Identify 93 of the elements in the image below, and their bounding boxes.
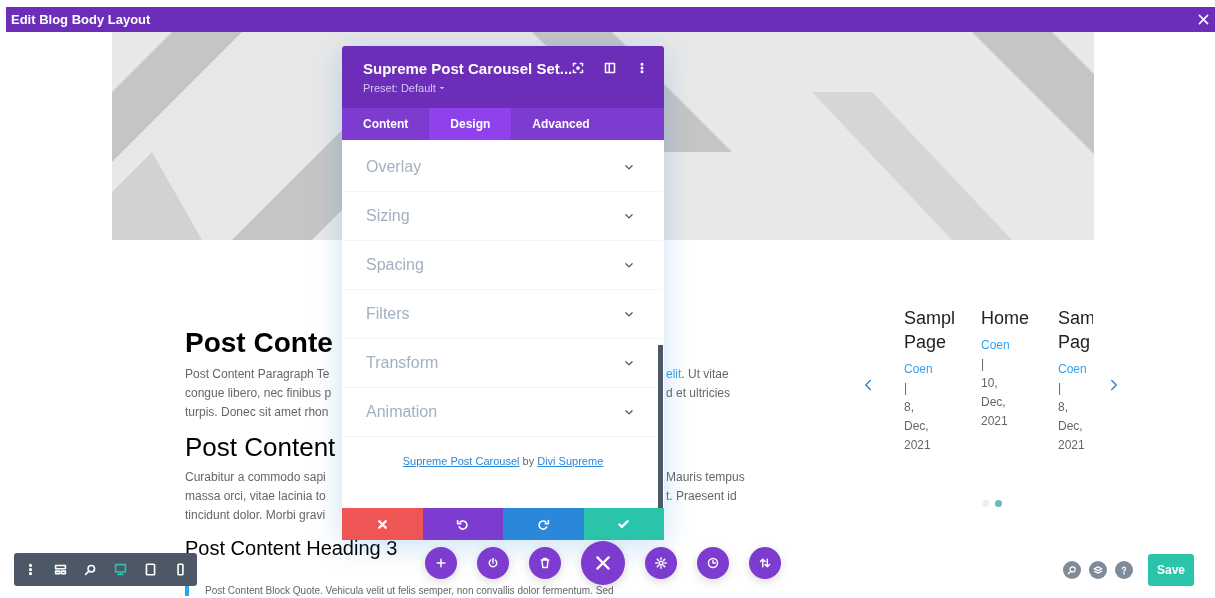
- post-meta: 8,: [904, 399, 914, 416]
- section-label: Animation: [366, 402, 438, 422]
- modal-title: Supreme Post Carousel Set...: [363, 59, 573, 79]
- chevron-down-icon: [624, 260, 634, 270]
- author-link[interactable]: Coen: [904, 360, 933, 379]
- help-icon: [1119, 565, 1129, 575]
- paragraph-text: turpis. Donec sit amet rhon: [185, 404, 329, 421]
- close-button[interactable]: [581, 541, 625, 585]
- wireframe-icon[interactable]: [54, 563, 68, 576]
- caret-icon: [438, 85, 445, 92]
- plus-icon: [435, 557, 447, 569]
- sort-button[interactable]: [749, 547, 781, 579]
- window-title: Edit Blog Body Layout: [11, 10, 151, 29]
- check-icon: [617, 517, 631, 531]
- split-view-icon[interactable]: [604, 62, 616, 74]
- post-meta: Dec,: [981, 394, 1006, 411]
- tab[interactable]: Advanced: [511, 108, 611, 140]
- block-quote: Post Content Block Quote. Vehicula velit ut felis semper, non convallis dolor fermentum. Sed: [205, 586, 614, 596]
- settings-section[interactable]: Filters: [344, 290, 662, 339]
- section-label: Spacing: [366, 255, 424, 275]
- post-meta: Dec,: [1058, 418, 1083, 435]
- settings-button[interactable]: [645, 547, 677, 579]
- heading: Post Content: [185, 432, 336, 462]
- zoom-icon[interactable]: [84, 563, 98, 576]
- history-button[interactable]: [697, 547, 729, 579]
- tab[interactable]: Content: [342, 108, 430, 140]
- credit-text: Supreme Post Carousel by Divi Supreme: [402, 454, 604, 469]
- post-meta: 8,: [1058, 399, 1068, 416]
- clear-button[interactable]: [529, 547, 561, 579]
- section-label: Overlay: [366, 157, 422, 177]
- post-title[interactable]: Sam: [1058, 306, 1093, 330]
- portability-button[interactable]: [477, 547, 509, 579]
- chevron-down-icon: [624, 358, 634, 368]
- undo-icon: [456, 517, 470, 531]
- post-meta: 10,: [981, 375, 998, 392]
- post-meta: 2021: [1058, 437, 1085, 454]
- preset-dropdown[interactable]: Preset: Default: [363, 80, 445, 97]
- post-title[interactable]: Sampl: [904, 306, 956, 330]
- sort-icon: [759, 557, 771, 569]
- post-title[interactable]: Pag: [1058, 330, 1091, 354]
- trash-icon: [539, 557, 551, 569]
- post-title[interactable]: Page: [904, 330, 947, 354]
- layers-icon: [1093, 565, 1103, 575]
- heading: Post Content Heading 3: [185, 536, 398, 560]
- search-icon: [1067, 565, 1077, 575]
- power-icon: [487, 557, 499, 569]
- scrollbar[interactable]: [658, 345, 663, 508]
- settings-icon: [655, 557, 667, 569]
- post-meta: Dec,: [904, 418, 929, 435]
- paragraph-text: Curabitur a commodo sapi: [185, 469, 326, 486]
- heading: Post Conte: [185, 328, 333, 358]
- post-meta: |: [981, 356, 985, 373]
- settings-section[interactable]: Sizing: [344, 192, 662, 241]
- layers-button[interactable]: [1089, 561, 1107, 579]
- paragraph-text: Post Content Paragraph Te: [185, 366, 330, 383]
- post-title[interactable]: Home: [981, 306, 1029, 330]
- author-link[interactable]: Coen: [1058, 360, 1087, 379]
- author-link[interactable]: Coen: [981, 336, 1010, 355]
- paragraph-text: Mauris tempus: [666, 469, 745, 486]
- paragraph-text: tincidunt dolor. Morbi gravi: [185, 507, 326, 524]
- add-button[interactable]: [425, 547, 457, 579]
- desktop-icon[interactable]: [113, 563, 127, 576]
- clock-icon: [707, 557, 719, 569]
- post-meta: |: [904, 380, 908, 397]
- focus-icon[interactable]: [572, 62, 584, 74]
- paragraph-text: t. Praesent id: [666, 488, 737, 505]
- chevron-down-icon: [624, 211, 634, 221]
- settings-section[interactable]: Spacing: [344, 241, 662, 290]
- chevron-down-icon: [624, 162, 634, 172]
- paragraph-text: elit. Ut vitae: [666, 366, 729, 383]
- section-label: Sizing: [366, 206, 410, 226]
- section-label: Transform: [366, 353, 439, 373]
- settings-section[interactable]: Overlay: [344, 143, 662, 192]
- paragraph-text: d et ultricies: [666, 385, 731, 402]
- text-link[interactable]: Divi Supreme: [537, 455, 604, 467]
- save-button[interactable]: Save: [1148, 554, 1194, 586]
- close-icon: [594, 554, 612, 572]
- tab[interactable]: Design: [429, 108, 512, 140]
- redo-icon: [536, 517, 550, 531]
- paragraph-text: massa orci, vitae lacinia to: [185, 488, 326, 505]
- search-button[interactable]: [1063, 561, 1081, 579]
- paragraph-text: congue libero, nec finibus p: [185, 385, 332, 402]
- close-icon: [375, 517, 389, 531]
- help-button[interactable]: [1115, 561, 1133, 579]
- post-meta: |: [1058, 380, 1062, 397]
- close-icon[interactable]: [1197, 13, 1210, 26]
- section-label: Filters: [366, 304, 410, 324]
- chevron-down-icon: [624, 309, 634, 319]
- post-meta: 2021: [904, 437, 931, 454]
- chevron-down-icon: [624, 407, 634, 417]
- post-meta: 2021: [981, 413, 1008, 430]
- tablet-icon[interactable]: [143, 563, 157, 576]
- text-link[interactable]: Supreme Post Carousel: [402, 455, 520, 467]
